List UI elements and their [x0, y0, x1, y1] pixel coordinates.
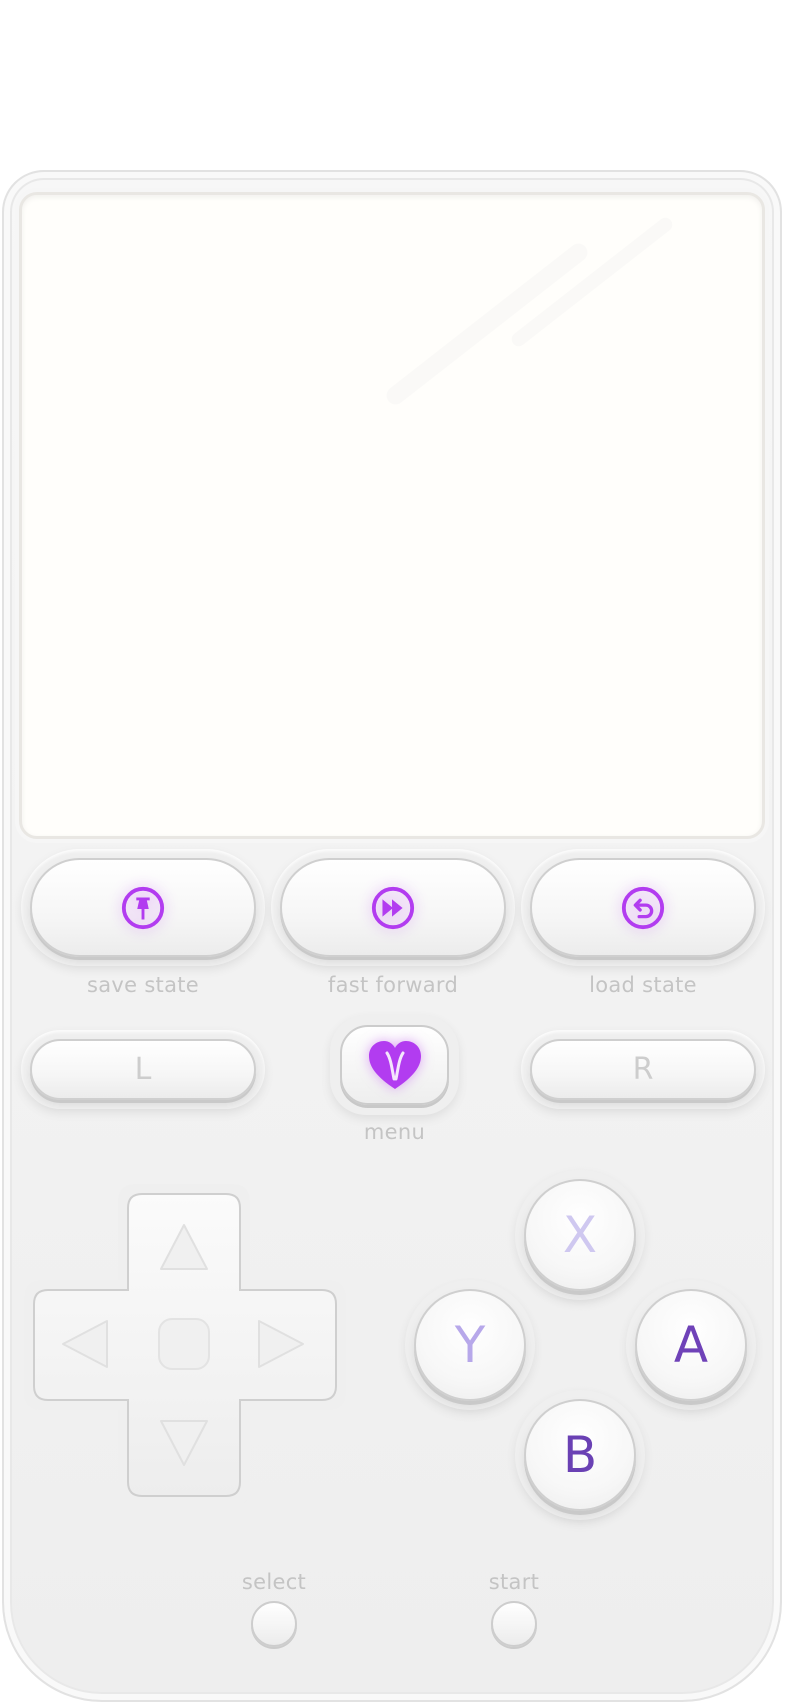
r-button-well: R — [521, 1030, 765, 1109]
dpad[interactable] — [18, 1178, 351, 1511]
a-button-well: A — [626, 1280, 756, 1410]
start-label: start — [488, 1570, 540, 1594]
select-label: select — [241, 1570, 307, 1594]
x-button-well: X — [515, 1170, 645, 1300]
b-button-label: B — [562, 1426, 598, 1484]
y-button-label: Y — [454, 1316, 486, 1374]
dpad-left-icon[interactable] — [60, 1318, 110, 1370]
l-button-label: L — [134, 1052, 152, 1087]
y-button-well: Y — [405, 1280, 535, 1410]
a-button-label: A — [673, 1316, 709, 1374]
fast-forward-label: fast forward — [327, 973, 459, 997]
load-state-label: load state — [589, 973, 697, 997]
load-state-button-well — [521, 849, 765, 966]
a-button[interactable]: A — [635, 1289, 747, 1401]
fast-forward-button[interactable] — [280, 858, 506, 957]
menu-button-well — [330, 1015, 459, 1115]
save-state-button-well — [21, 849, 265, 966]
b-button[interactable]: B — [524, 1399, 636, 1511]
b-button-well: B — [515, 1390, 645, 1520]
r-button[interactable]: R — [530, 1039, 756, 1100]
save-state-label: save state — [86, 973, 200, 997]
select-button[interactable] — [251, 1601, 297, 1647]
x-button-label: X — [562, 1206, 598, 1264]
x-button[interactable]: X — [524, 1179, 636, 1291]
dpad-up-icon[interactable] — [158, 1222, 210, 1272]
r-button-label: R — [632, 1052, 654, 1087]
dpad-center — [158, 1318, 210, 1370]
pin-icon — [121, 886, 165, 929]
menu-button[interactable] — [340, 1025, 449, 1105]
heart-icon — [368, 1041, 421, 1089]
dpad-down-icon[interactable] — [158, 1418, 210, 1468]
y-button[interactable]: Y — [414, 1289, 526, 1401]
game-screen — [19, 192, 765, 839]
screen-glare — [382, 239, 592, 409]
l-button-well: L — [21, 1030, 265, 1109]
load-state-button[interactable] — [530, 858, 756, 957]
start-button[interactable] — [491, 1601, 537, 1647]
l-button[interactable]: L — [30, 1039, 256, 1100]
menu-label: menu — [363, 1120, 426, 1144]
fast-forward-button-well — [271, 849, 515, 966]
dpad-right-icon[interactable] — [256, 1318, 306, 1370]
fast-forward-icon — [371, 886, 415, 929]
undo-icon — [621, 886, 665, 929]
save-state-button[interactable] — [30, 858, 256, 957]
